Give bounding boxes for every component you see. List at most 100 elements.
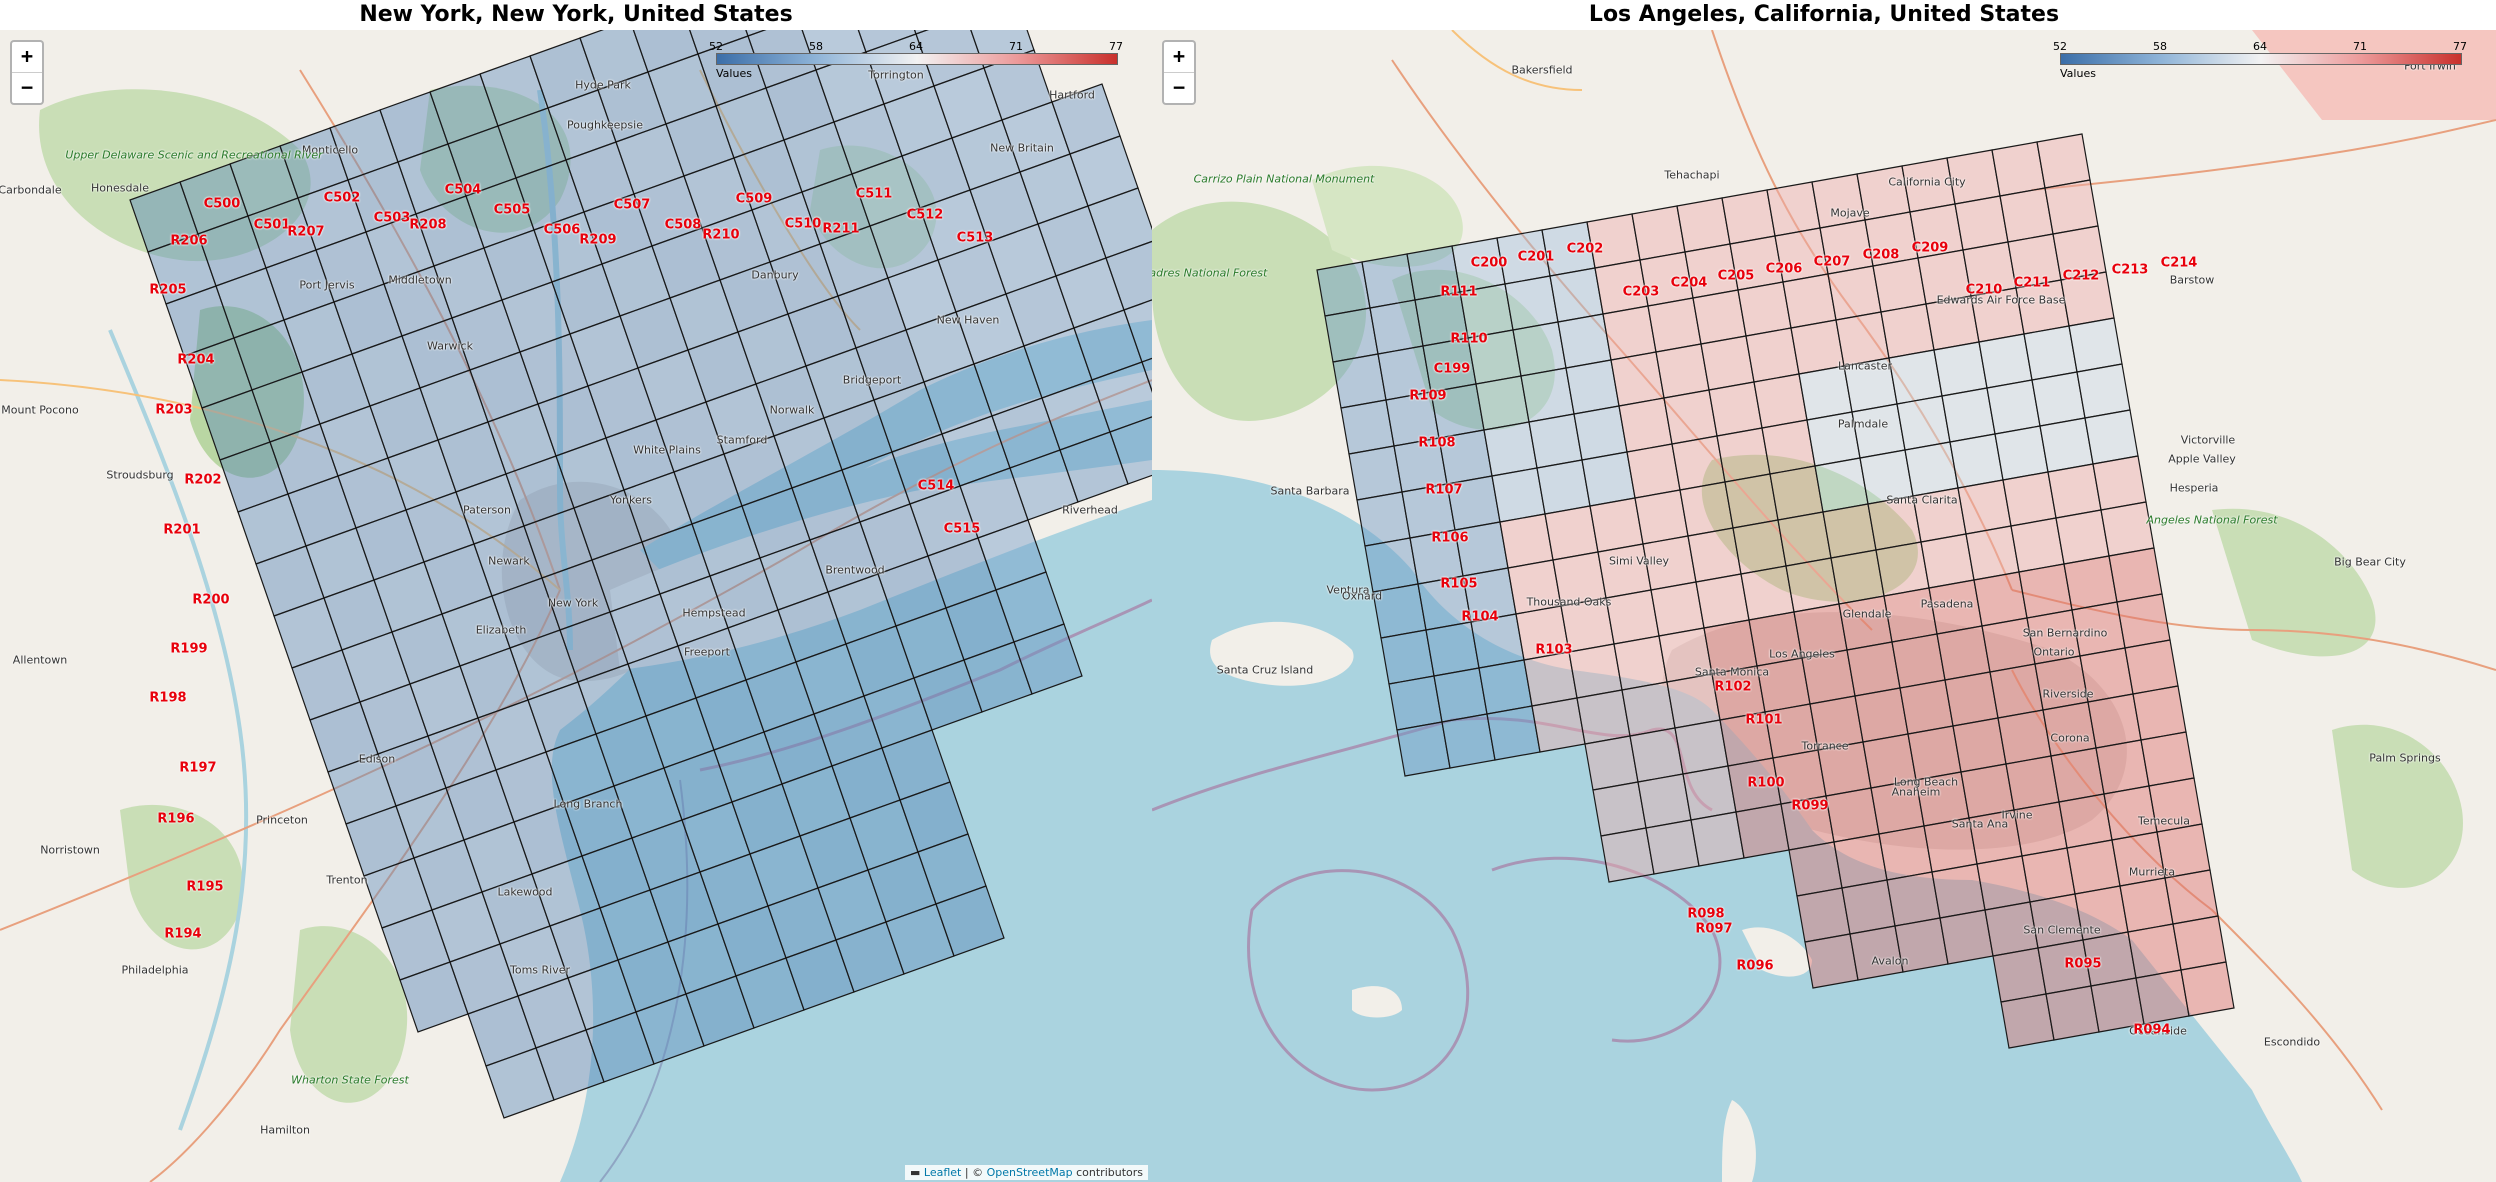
grid-tile[interactable]: [1849, 925, 1904, 981]
grid-tile[interactable]: [1761, 419, 1816, 475]
grid-tile[interactable]: [2042, 701, 2097, 757]
grid-tile[interactable]: [1637, 773, 1692, 829]
grid-tile[interactable]: [1827, 265, 1882, 321]
grid-tile[interactable]: [1634, 489, 1689, 545]
grid-tile[interactable]: [1531, 697, 1586, 753]
grid-tile[interactable]: [2100, 501, 2155, 557]
grid-tile[interactable]: [1356, 491, 1411, 547]
grid-tile[interactable]: [1486, 705, 1541, 761]
grid-tile[interactable]: [2116, 593, 2171, 649]
grid-tile[interactable]: [2119, 877, 2174, 933]
grid-tile[interactable]: [2076, 363, 2131, 419]
grid-tile[interactable]: [1798, 365, 1853, 421]
grid-tile[interactable]: [1666, 673, 1721, 729]
grid-tile[interactable]: [1841, 879, 1896, 935]
grid-tile[interactable]: [1899, 679, 1954, 735]
grid-tile[interactable]: [1324, 307, 1379, 363]
grid-tile[interactable]: [2095, 739, 2150, 795]
grid-tile[interactable]: [1989, 663, 2044, 719]
grid-tile[interactable]: [2050, 747, 2105, 803]
grid-tile[interactable]: [2068, 317, 2123, 373]
grid-tile[interactable]: [2018, 563, 2073, 619]
grid-tile[interactable]: [1904, 441, 1959, 497]
grid-tile[interactable]: [2055, 509, 2110, 565]
grid-tile[interactable]: [1316, 261, 1371, 317]
grid-tile[interactable]: [2034, 655, 2089, 711]
grid-tile[interactable]: [1811, 173, 1866, 229]
grid-tile[interactable]: [1737, 281, 1792, 337]
grid-tile[interactable]: [1629, 727, 1684, 783]
grid-tile[interactable]: [1483, 421, 1538, 477]
grid-tile[interactable]: [1880, 303, 1935, 359]
grid-tile[interactable]: [2044, 179, 2099, 235]
grid-tile[interactable]: [2135, 969, 2190, 1025]
grid-tile[interactable]: [1610, 351, 1665, 407]
grid-tile[interactable]: [1663, 389, 1718, 445]
grid-tile[interactable]: [2023, 325, 2078, 381]
grid-tile[interactable]: [1565, 359, 1620, 415]
grid-tile[interactable]: [1933, 341, 1988, 397]
grid-tile[interactable]: [1433, 667, 1488, 723]
grid-tile[interactable]: [2002, 471, 2057, 527]
grid-tile[interactable]: [1631, 205, 1686, 261]
grid-tile[interactable]: [1626, 443, 1681, 499]
grid-tile[interactable]: [1645, 819, 1700, 875]
grid-tile[interactable]: [1886, 871, 1941, 927]
grid-tile[interactable]: [2180, 961, 2235, 1017]
grid-tile[interactable]: [1944, 671, 1999, 727]
grid-tile[interactable]: [2092, 455, 2147, 511]
grid-tile[interactable]: [1825, 787, 1880, 843]
zoom-out-button[interactable]: −: [1164, 72, 1194, 103]
leaflet-link[interactable]: Leaflet: [924, 1166, 961, 1179]
grid-tile[interactable]: [1584, 735, 1639, 791]
grid-tile[interactable]: [1804, 933, 1859, 989]
grid-tile[interactable]: [1679, 481, 1734, 537]
grid-tile[interactable]: [1618, 397, 1673, 453]
grid-tile[interactable]: [1361, 253, 1416, 309]
grid-tile[interactable]: [1478, 659, 1533, 715]
grid-tile[interactable]: [1690, 811, 1745, 867]
grid-tile[interactable]: [1766, 181, 1821, 237]
grid-tile[interactable]: [1589, 497, 1644, 553]
grid-tile[interactable]: [1499, 513, 1554, 569]
grid-tile[interactable]: [1332, 353, 1387, 409]
grid-tile[interactable]: [1340, 399, 1395, 455]
grid-tile[interactable]: [1846, 641, 1901, 697]
grid-tile[interactable]: [1952, 717, 2007, 773]
grid-tile[interactable]: [1896, 395, 1951, 451]
grid-tile[interactable]: [2039, 417, 2094, 473]
grid-tile[interactable]: [1796, 887, 1851, 943]
grid-tile[interactable]: [1939, 909, 1994, 965]
map-canvas[interactable]: + − 52 58 64 71 77 Values C500 C501 C502 C5…: [0, 30, 1152, 1182]
grid-tile[interactable]: [1380, 629, 1435, 685]
grid-tile[interactable]: [2132, 685, 2187, 741]
map-layer[interactable]: [1152, 30, 2496, 1182]
grid-tile[interactable]: [1647, 297, 1702, 353]
grid-tile[interactable]: [1854, 687, 1909, 743]
grid-tile[interactable]: [1621, 681, 1676, 737]
grid-tile[interactable]: [1954, 195, 2009, 251]
grid-tile[interactable]: [1364, 537, 1419, 593]
zoom-out-button[interactable]: −: [12, 72, 42, 103]
grid-tile[interactable]: [1674, 719, 1729, 775]
grid-tile[interactable]: [1851, 403, 1906, 459]
grid-tile[interactable]: [2031, 371, 2086, 427]
grid-tile[interactable]: [1348, 445, 1403, 501]
grid-tile[interactable]: [1504, 275, 1559, 331]
grid-tile[interactable]: [2140, 731, 2195, 787]
grid-tile[interactable]: [2047, 463, 2102, 519]
grid-tile[interactable]: [1549, 267, 1604, 323]
grid-tile[interactable]: [2127, 923, 2182, 979]
grid-tile[interactable]: [1528, 413, 1583, 469]
grid-tile[interactable]: [1732, 519, 1787, 575]
grid-tile[interactable]: [2010, 517, 2065, 573]
grid-tile[interactable]: [1949, 433, 2004, 489]
grid-tile[interactable]: [1600, 827, 1655, 883]
map-canvas[interactable]: + − 52 58 64 71 77 Values C199 C200 C201 C2…: [1152, 30, 2496, 1182]
grid-tile[interactable]: [1753, 373, 1808, 429]
zoom-in-button[interactable]: +: [1164, 42, 1194, 72]
grid-tile[interactable]: [1976, 855, 2031, 911]
grid-tile[interactable]: [2036, 133, 2091, 189]
grid-tile[interactable]: [1388, 675, 1443, 731]
grid-tile[interactable]: [1568, 643, 1623, 699]
